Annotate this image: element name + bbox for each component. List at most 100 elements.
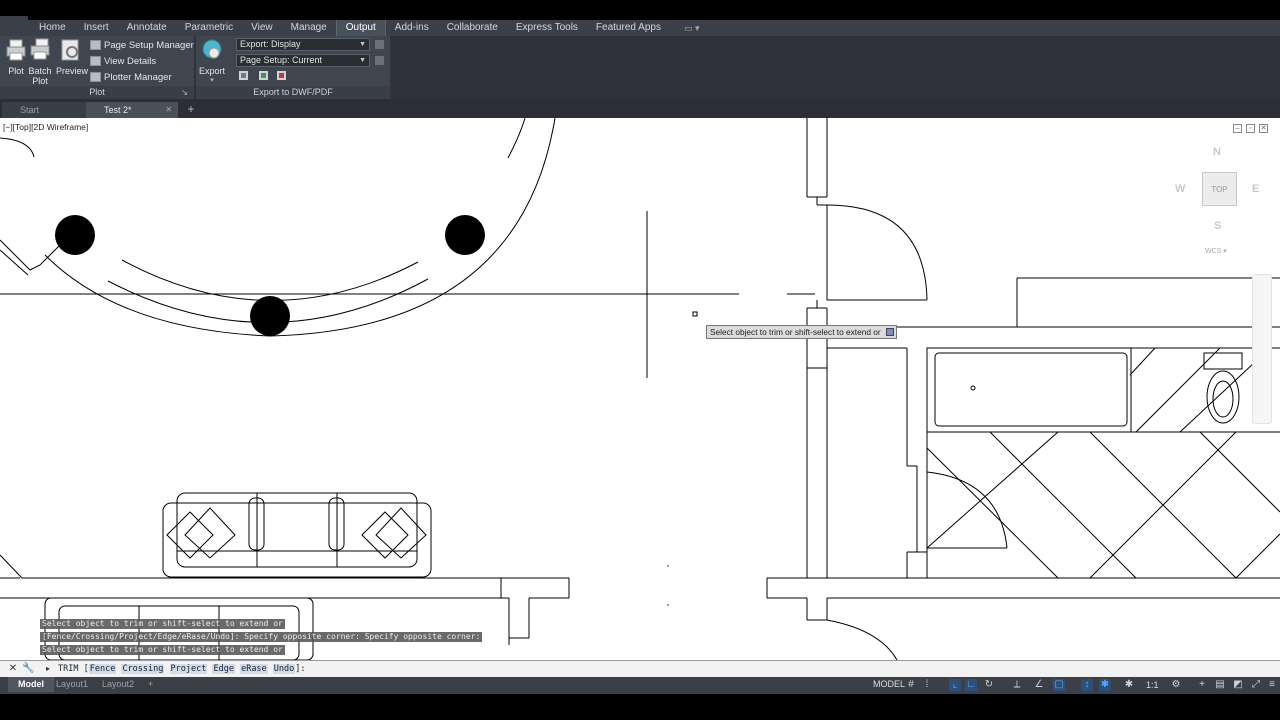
- tab-start[interactable]: Start: [2, 102, 98, 118]
- wcs-menu[interactable]: WCS ▾: [1205, 247, 1227, 255]
- history-line: [Fence/Crossing/Project/Edge/eRase/Undo]…: [40, 632, 483, 642]
- option-crossing[interactable]: Crossing: [121, 664, 165, 674]
- viewcube-north[interactable]: N: [1213, 146, 1221, 158]
- customize-menu-icon[interactable]: ≡: [1266, 679, 1278, 691]
- object-snap-tracking-icon[interactable]: ∠: [1033, 679, 1045, 691]
- option-erase[interactable]: eRase: [240, 664, 268, 674]
- viewcube-south[interactable]: S: [1214, 220, 1221, 232]
- command-input[interactable]: TRIM [Fence Crossing Project Edge eRase …: [58, 663, 306, 675]
- dynamic-ucs-icon[interactable]: ↕: [1081, 679, 1093, 691]
- batch-plot-label: Batch Plot: [28, 66, 52, 86]
- grid-icon[interactable]: #: [905, 679, 917, 691]
- tab-view[interactable]: View: [242, 20, 282, 36]
- tab-home[interactable]: Home: [30, 20, 75, 36]
- page-setup-dropdown[interactable]: Page Setup: Current ▼: [236, 54, 370, 67]
- close-viewport-icon[interactable]: ✕: [1259, 124, 1268, 133]
- isodraft-icon[interactable]: ⟂: [1011, 679, 1023, 691]
- door-swing-upper: [826, 204, 928, 301]
- viewport-controls[interactable]: [−][Top][2D Wireframe]: [3, 122, 88, 132]
- restore-viewport-icon[interactable]: ▫: [1246, 124, 1255, 133]
- add-layout-plus-icon[interactable]: +: [138, 677, 163, 692]
- new-tab-plus-icon[interactable]: +: [184, 102, 198, 116]
- plotter-manager-icon: [90, 72, 101, 82]
- dialog-launcher-icon[interactable]: ↘: [181, 88, 188, 97]
- export-dwf-icon[interactable]: [238, 70, 249, 81]
- export-button[interactable]: Export ▾: [198, 38, 226, 86]
- close-icon[interactable]: ✕: [7, 663, 19, 675]
- object-snap-icon[interactable]: ▢: [1053, 679, 1065, 691]
- tab-express-tools[interactable]: Express Tools: [507, 20, 587, 36]
- view-details-label: View Details: [104, 55, 157, 67]
- tab-layout1[interactable]: Layout1: [46, 677, 98, 692]
- floor-plan-drawing: [0, 118, 1280, 660]
- export-display-dropdown[interactable]: Export: Display ▼: [236, 38, 370, 51]
- ribbon-minimize-icon[interactable]: ▭ ▾: [684, 23, 700, 34]
- preview-icon: [61, 39, 79, 61]
- model-space-toggle[interactable]: MODEL: [873, 679, 905, 689]
- infer-constraints-icon[interactable]: ⌞: [949, 679, 961, 691]
- export-globe-icon: [202, 39, 222, 59]
- annotation-visibility-icon[interactable]: ✱: [1123, 679, 1135, 691]
- close-tab-icon[interactable]: ✕: [165, 102, 172, 118]
- recent-commands-icon[interactable]: ▸: [42, 663, 54, 675]
- option-project[interactable]: Project: [169, 664, 208, 674]
- drawing-canvas[interactable]: [−][Top][2D Wireframe] – ▫ ✕ N W E S TOP…: [0, 118, 1280, 660]
- tab-parametric[interactable]: Parametric: [176, 20, 242, 36]
- page-setup-settings-icon[interactable]: [374, 55, 385, 66]
- snap-icon[interactable]: ⁞: [921, 679, 933, 691]
- tab-insert[interactable]: Insert: [75, 20, 118, 36]
- trim-tooltip: Select object to trim or shift-select to…: [706, 325, 897, 339]
- plot-panel: Plot Batch Plot Preview Page Setup Manag…: [0, 36, 194, 99]
- tab-layout2[interactable]: Layout2: [92, 677, 144, 692]
- polar-tracking-icon[interactable]: ↻: [983, 679, 995, 691]
- hardware-acceleration-icon[interactable]: ▤: [1214, 679, 1226, 691]
- tab-test-2[interactable]: Test 2* ✕: [86, 102, 178, 118]
- command-line[interactable]: ✕ 🔧 ▸ TRIM [Fence Crossing Project Edge …: [0, 660, 1280, 677]
- tab-featured-apps[interactable]: Featured Apps: [587, 20, 670, 36]
- ortho-icon[interactable]: ∟: [965, 679, 977, 691]
- tab-manage[interactable]: Manage: [282, 20, 336, 36]
- export-settings-icon[interactable]: [374, 39, 385, 50]
- tab-collaborate[interactable]: Collaborate: [438, 20, 507, 36]
- plotter-manager-label: Plotter Manager: [104, 71, 172, 83]
- tab-annotate[interactable]: Annotate: [118, 20, 176, 36]
- export-dwfx-icon[interactable]: [258, 70, 269, 81]
- isolate-objects-icon[interactable]: ◩: [1232, 679, 1244, 691]
- preview-button[interactable]: Preview: [56, 38, 88, 76]
- wrench-icon[interactable]: 🔧: [22, 663, 34, 675]
- gear-icon[interactable]: ⚙: [1170, 679, 1182, 691]
- fullscreen-icon[interactable]: ⤢: [1250, 679, 1262, 691]
- page-setup-manager-label: Page Setup Manager: [104, 39, 194, 51]
- view-details-button[interactable]: View Details: [90, 54, 156, 68]
- ribbon-panel-area: Plot Batch Plot Preview Page Setup Manag…: [0, 36, 1280, 99]
- page-setup-manager-button[interactable]: Page Setup Manager: [90, 38, 194, 52]
- plotter-manager-button[interactable]: Plotter Manager: [90, 70, 172, 84]
- tab-output[interactable]: Output: [335, 20, 386, 36]
- export-panel-title[interactable]: Export to DWF/PDF: [196, 86, 390, 99]
- tab-start-label: Start: [20, 105, 40, 115]
- option-fence[interactable]: Fence: [88, 664, 117, 674]
- dynamic-input-icon[interactable]: [886, 328, 894, 336]
- annotation-scale-icon[interactable]: ✱: [1099, 679, 1111, 691]
- toilet-bowl: [1206, 370, 1240, 424]
- chair-right: [445, 215, 485, 255]
- plus-icon[interactable]: +: [1196, 679, 1208, 691]
- option-edge[interactable]: Edge: [212, 664, 235, 674]
- option-undo[interactable]: Undo: [272, 664, 296, 674]
- history-line: Select object to trim or shift-select to…: [40, 645, 285, 655]
- status-bar: Model Layout1 Layout2 + MODEL # ⁞ ⌞ ∟ ↻ …: [0, 677, 1280, 694]
- export-pdf-icon[interactable]: [276, 70, 287, 81]
- annotation-scale-dropdown[interactable]: 1:1: [1146, 680, 1159, 690]
- tab-add-ins[interactable]: Add-ins: [386, 20, 438, 36]
- door-swing-bath: [926, 471, 1008, 549]
- plot-panel-title[interactable]: Plot: [0, 86, 194, 99]
- plot-label: Plot: [8, 66, 24, 76]
- viewcube-west[interactable]: W: [1175, 183, 1185, 195]
- minimize-viewport-icon[interactable]: –: [1233, 124, 1242, 133]
- viewcube-east[interactable]: E: [1252, 183, 1259, 195]
- navigation-bar[interactable]: [1252, 274, 1272, 424]
- batch-plot-button[interactable]: Batch Plot: [26, 38, 54, 86]
- chair-bottom: [250, 296, 290, 336]
- viewcube-top-face[interactable]: TOP: [1202, 172, 1237, 206]
- command-history: Select object to trim or shift-select to…: [40, 619, 483, 658]
